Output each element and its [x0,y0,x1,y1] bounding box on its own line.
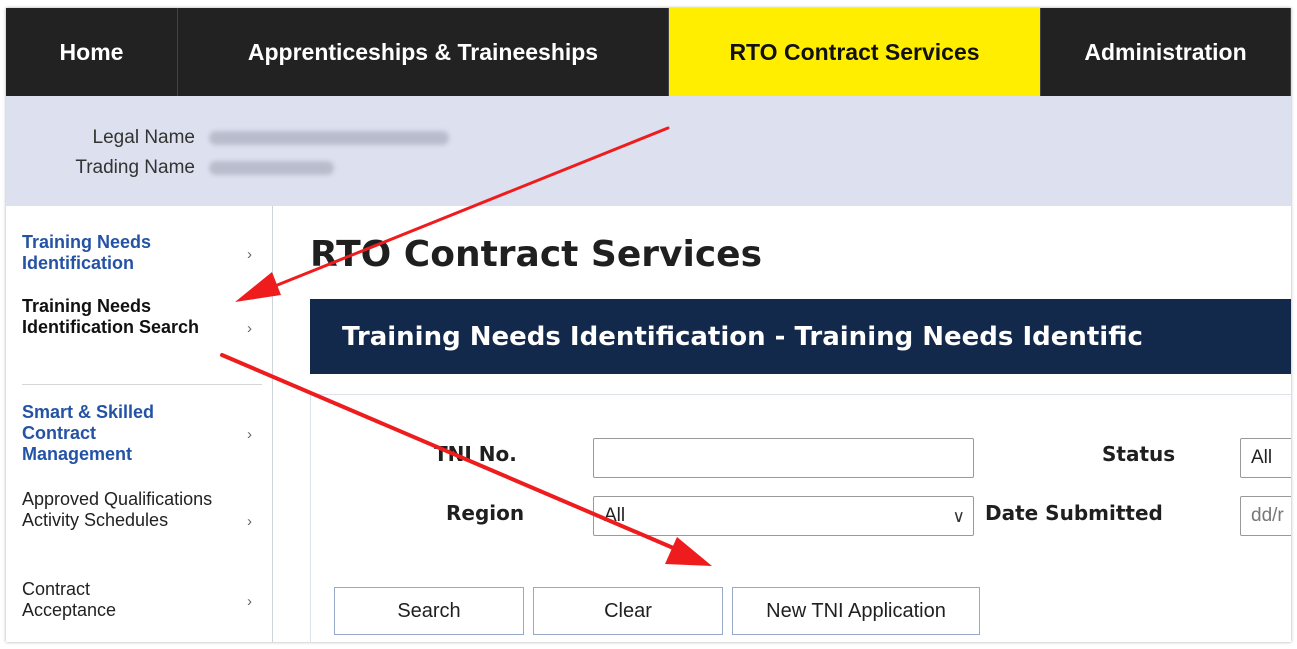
sidebar: Training Needs Identification › Training… [6,206,273,642]
tni-no-label: TNI No. [434,442,517,466]
trading-name-value-redacted [209,161,334,175]
search-button[interactable]: Search [334,587,524,635]
chevron-right-icon: › [247,593,252,610]
chevron-down-icon: ∨ [952,507,965,526]
tab-home[interactable]: Home [6,8,178,96]
new-tni-application-button[interactable]: New TNI Application [732,587,980,635]
trading-name-row: Trading Name [6,154,334,182]
section-banner-title: Training Needs Identification - Training… [342,322,1143,352]
sidebar-item-contract-acceptance[interactable]: Contract Acceptance › [22,579,262,621]
status-select[interactable]: All [1240,438,1291,478]
chevron-right-icon: › [247,513,252,530]
status-label: Status [1102,442,1176,466]
region-label: Region [446,501,525,525]
chevron-right-icon: › [247,246,252,263]
date-submitted-input[interactable]: dd/r [1240,496,1291,536]
date-submitted-label: Date Submitted [985,501,1163,525]
legal-name-value-redacted [209,131,449,145]
sidebar-item-label: Smart & Skilled Contract Management [22,402,155,464]
organisation-band: Legal Name Trading Name [6,96,1291,206]
tab-rto-contract-services[interactable]: RTO Contract Services [669,8,1041,96]
sidebar-item-approved-qualifications-activity-schedules[interactable]: Approved Qualifications Activity Schedul… [22,489,262,531]
app-frame: Home Apprenticeships & Traineeships RTO … [6,8,1291,642]
sidebar-item-label: Contract Acceptance [22,579,117,620]
legal-name-label: Legal Name [92,127,195,148]
region-selected-value: All [604,505,626,526]
sidebar-item-label: Approved Qualifications Activity Schedul… [22,489,213,530]
main-content: RTO Contract Services Training Needs Ide… [274,206,1291,642]
date-submitted-placeholder: dd/r [1251,505,1284,526]
tab-administration[interactable]: Administration [1041,8,1291,96]
region-select[interactable]: All ∨ [593,496,974,536]
sidebar-item-label: Training Needs Identification [22,232,152,273]
tni-no-input[interactable] [593,438,974,478]
top-nav: Home Apprenticeships & Traineeships RTO … [6,8,1291,96]
trading-name-label: Trading Name [75,157,195,178]
legal-name-row: Legal Name [6,124,449,152]
page-title: RTO Contract Services [310,234,763,275]
tab-apprenticeships-traineeships[interactable]: Apprenticeships & Traineeships [178,8,669,96]
status-selected-value: All [1251,447,1273,468]
chevron-right-icon: › [247,426,252,443]
sidebar-item-label: Training Needs Identification Search [22,296,200,337]
chevron-right-icon: › [247,320,252,337]
section-banner: Training Needs Identification - Training… [310,299,1291,374]
sidebar-item-training-needs-identification[interactable]: Training Needs Identification › [22,232,262,274]
sidebar-divider [22,384,262,385]
sidebar-item-training-needs-identification-search[interactable]: Training Needs Identification Search › [22,296,262,338]
clear-button[interactable]: Clear [533,587,723,635]
sidebar-item-smart-skilled-contract-management[interactable]: Smart & Skilled Contract Management › [22,402,262,465]
